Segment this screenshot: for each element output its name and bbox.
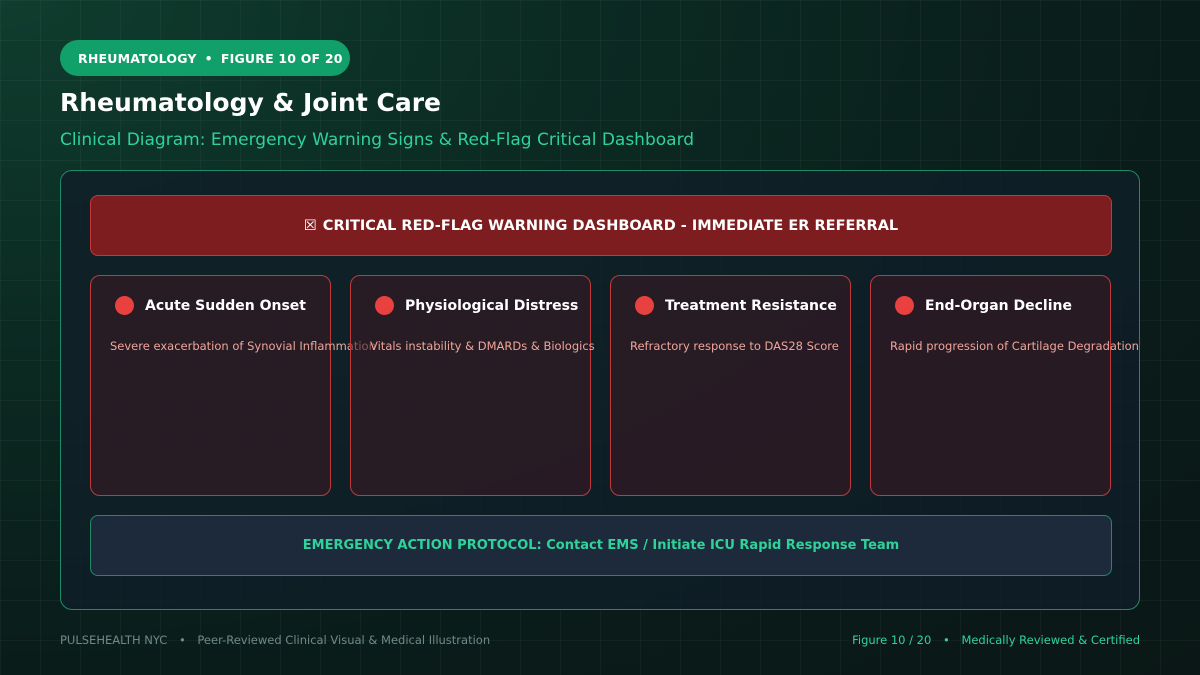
- footer-separator: •: [942, 633, 950, 647]
- footer-left: PULSEHEALTH NYC • Peer-Reviewed Clinical…: [60, 633, 490, 647]
- warning-card-treatment-resistance: Treatment Resistance Refractory response…: [610, 275, 851, 496]
- card-title: Acute Sudden Onset: [145, 297, 306, 314]
- footer-certification: Medically Reviewed & Certified: [961, 633, 1140, 647]
- card-description: Vitals instability & DMARDs & Biologics: [370, 339, 595, 353]
- footer-figure: Figure 10 / 20: [852, 633, 932, 647]
- critical-alert-banner: ☒ CRITICAL RED-FLAG WARNING DASHBOARD - …: [90, 195, 1112, 256]
- card-title: Treatment Resistance: [665, 297, 837, 314]
- badge-figure: FIGURE 10 OF 20: [220, 50, 343, 66]
- dashboard-panel: ☒ CRITICAL RED-FLAG WARNING DASHBOARD - …: [60, 170, 1140, 610]
- footer-right: Figure 10 / 20 • Medically Reviewed & Ce…: [852, 633, 1140, 647]
- card-title: Physiological Distress: [405, 297, 579, 314]
- warning-box-icon: ☒: [303, 217, 317, 234]
- footer-tagline: Peer-Reviewed Clinical Visual & Medical …: [197, 633, 491, 647]
- action-text: EMERGENCY ACTION PROTOCOL: Contact EMS /…: [302, 538, 900, 553]
- warning-card-physiological-distress: Physiological Distress Vitals instabilit…: [350, 275, 595, 496]
- footer-separator: •: [178, 633, 186, 647]
- alert-text: CRITICAL RED-FLAG WARNING DASHBOARD - IM…: [322, 217, 899, 234]
- page-title: Rheumatology & Joint Care: [60, 88, 441, 117]
- red-dot-icon: [375, 296, 394, 315]
- badge-category: RHEUMATOLOGY: [78, 50, 197, 66]
- badge-separator: •: [204, 50, 213, 66]
- red-dot-icon: [115, 296, 134, 315]
- red-dot-icon: [895, 296, 914, 315]
- card-title: End-Organ Decline: [925, 297, 1072, 314]
- category-badge: RHEUMATOLOGY • FIGURE 10 OF 20: [60, 40, 350, 76]
- red-dot-icon: [635, 296, 654, 315]
- warning-card-acute-onset: Acute Sudden Onset Severe exacerbation o…: [90, 275, 376, 496]
- page-subtitle: Clinical Diagram: Emergency Warning Sign…: [60, 130, 695, 150]
- footer-brand: PULSEHEALTH NYC: [60, 633, 168, 647]
- card-description: Rapid progression of Cartilage Degradati…: [890, 339, 1139, 353]
- emergency-action-protocol: EMERGENCY ACTION PROTOCOL: Contact EMS /…: [90, 515, 1112, 576]
- warning-card-end-organ-decline: End-Organ Decline Rapid progression of C…: [870, 275, 1139, 496]
- card-description: Severe exacerbation of Synovial Inflamma…: [110, 339, 376, 353]
- card-description: Refractory response to DAS28 Score: [630, 339, 839, 353]
